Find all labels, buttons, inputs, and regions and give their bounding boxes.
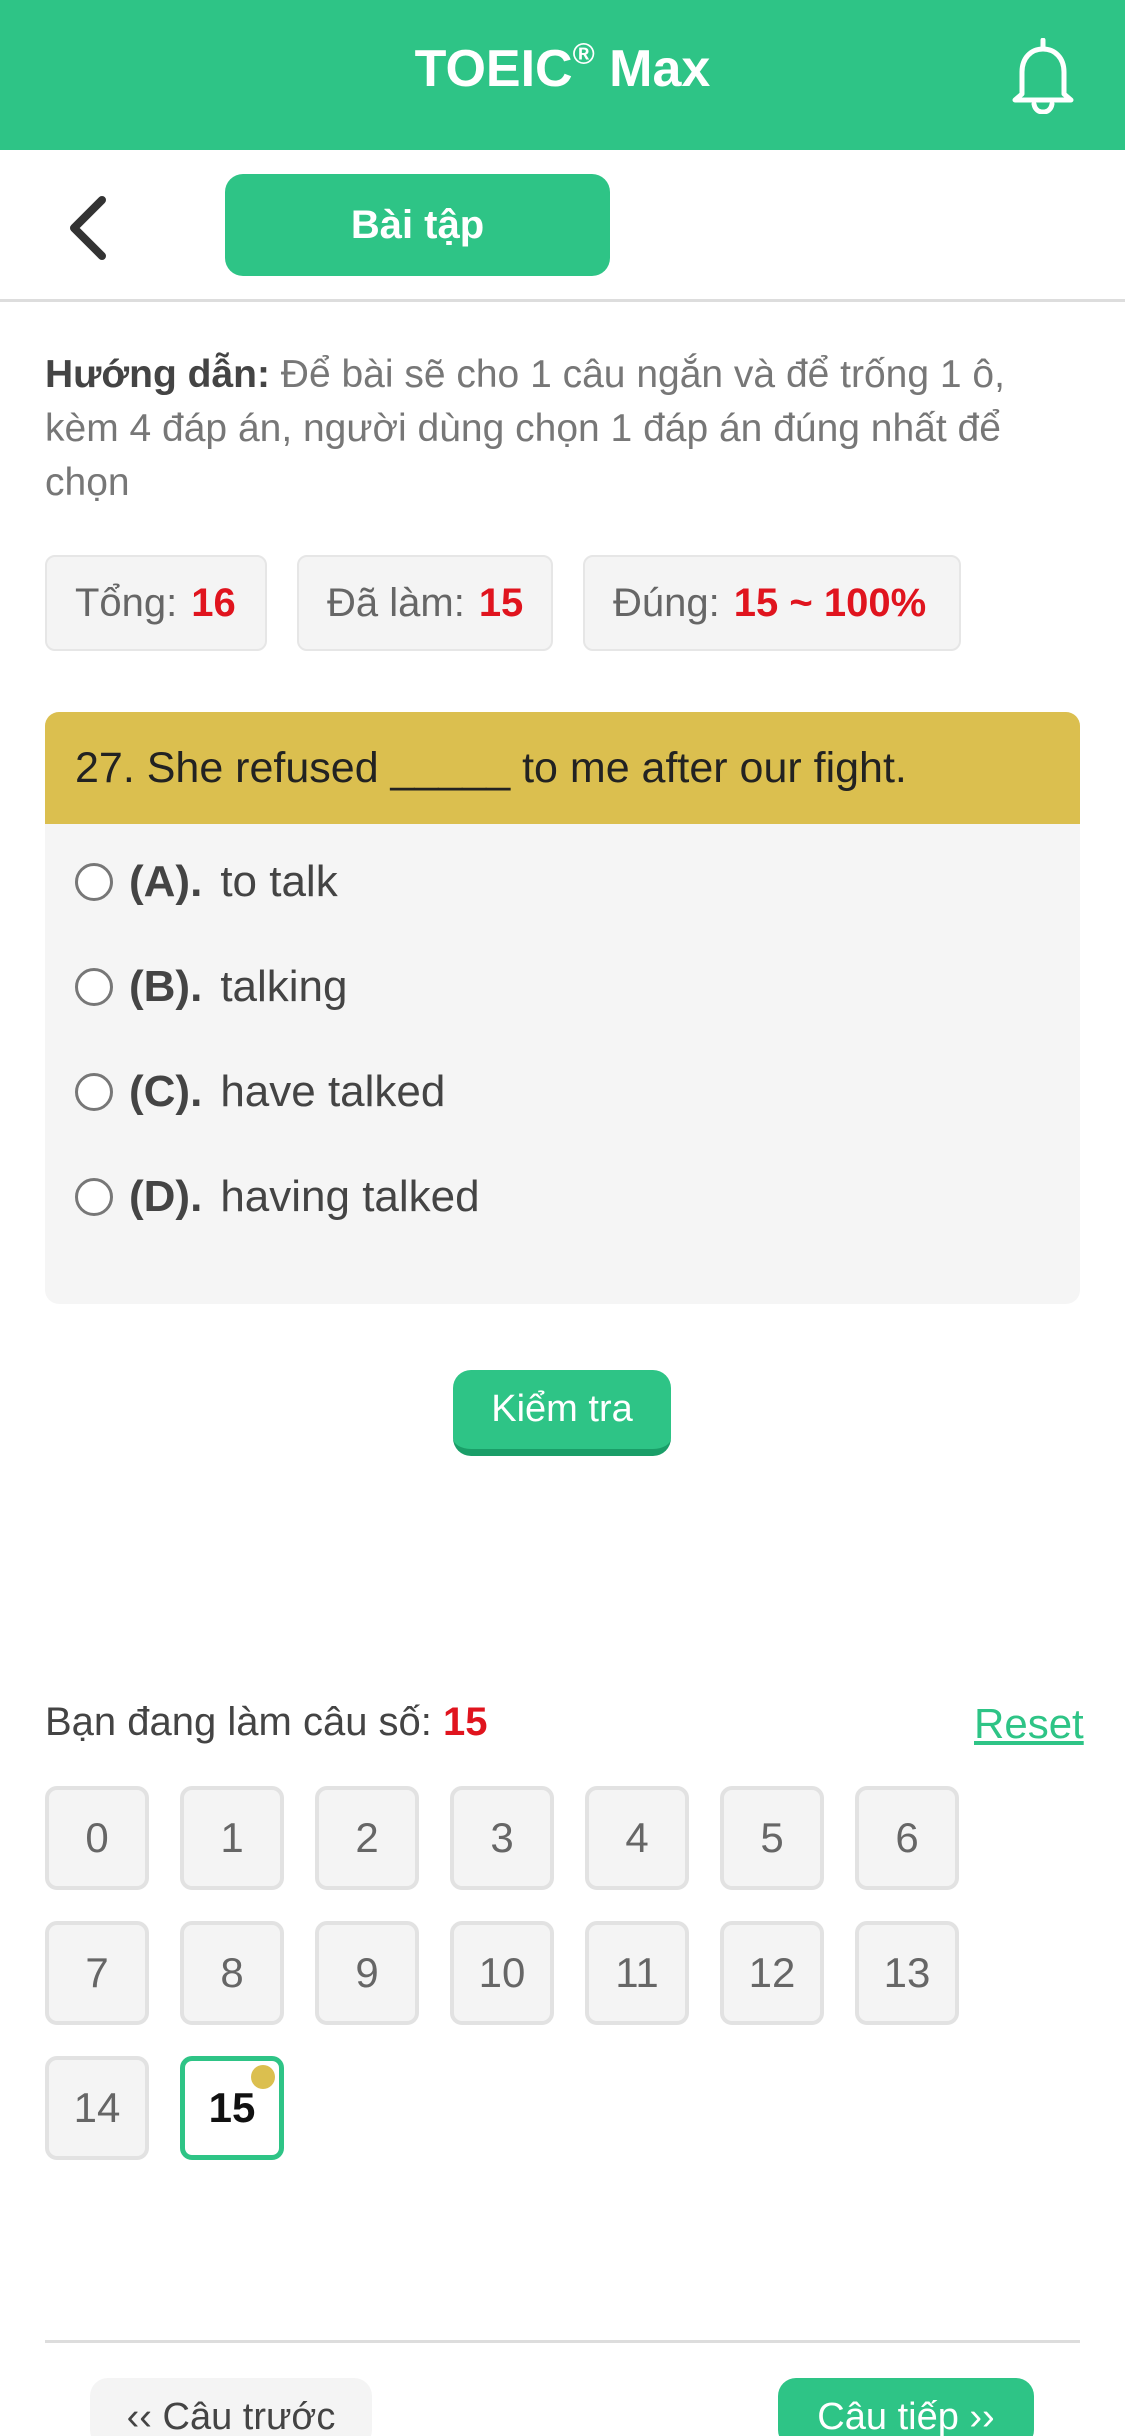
instructions: Hướng dẫn: Để bài sẽ cho 1 câu ngắn và đ…	[45, 348, 1085, 510]
stat-done-value: 15	[478, 580, 524, 625]
question-number[interactable]: 2	[315, 1786, 419, 1890]
question-number-label: 14	[73, 2084, 121, 2131]
question-number-label: 12	[748, 1949, 796, 1996]
question-number-label: 2	[355, 1814, 379, 1861]
prev-question-button[interactable]: ‹‹ Câu trước	[90, 2378, 372, 2436]
option-letter: (A).	[129, 857, 203, 906]
question-number[interactable]: 10	[450, 1921, 554, 2025]
question-number-label: 11	[615, 1949, 659, 1996]
radio-b[interactable]	[75, 968, 113, 1006]
app-title: TOEIC® Max	[0, 38, 1125, 99]
question-number[interactable]: 9	[315, 1921, 419, 2025]
question-number-label: 1	[220, 1814, 244, 1861]
option-text: have talked	[220, 1067, 446, 1116]
question-text: 27. She refused _____ to me after our fi…	[45, 712, 1080, 824]
chevron-left-icon[interactable]	[62, 194, 116, 262]
stat-total-value: 16	[191, 580, 236, 625]
question-number-label: 15	[208, 2084, 256, 2131]
option-letter: (C).	[129, 1067, 203, 1116]
question-number[interactable]: 13	[855, 1921, 959, 2025]
question-number-label: 10	[478, 1949, 526, 1996]
question-number[interactable]: 11	[585, 1921, 689, 2025]
sub-header: Bài tập	[0, 150, 1125, 302]
bell-icon[interactable]	[1008, 38, 1078, 114]
reset-link[interactable]: Reset	[974, 1700, 1084, 1748]
question-number[interactable]: 3	[450, 1786, 554, 1890]
question-number[interactable]: 5	[720, 1786, 824, 1890]
question-number-label: 4	[625, 1814, 649, 1861]
stat-correct-label: Đúng:	[613, 580, 720, 625]
stat-done-label: Đã làm:	[327, 580, 465, 625]
option-c[interactable]: (C). have talked	[75, 1067, 445, 1117]
question-number-label: 5	[760, 1814, 784, 1861]
question-card: 27. She refused _____ to me after our fi…	[45, 712, 1080, 1304]
question-number-label: 6	[895, 1814, 919, 1861]
question-number-current[interactable]: 15	[180, 2056, 284, 2160]
question-number[interactable]: 6	[855, 1786, 959, 1890]
question-number[interactable]: 0	[45, 1786, 149, 1890]
question-number-label: 3	[490, 1814, 514, 1861]
question-number-label: 13	[883, 1949, 931, 1996]
progress-label: Bạn đang làm câu số:	[45, 1700, 444, 1744]
option-b[interactable]: (B). talking	[75, 962, 348, 1012]
app-title-suffix: Max	[594, 40, 711, 98]
option-a[interactable]: (A). to talk	[75, 857, 338, 907]
registered-mark: ®	[572, 38, 595, 71]
radio-d[interactable]	[75, 1178, 113, 1216]
option-letter: (D).	[129, 1172, 203, 1221]
question-number[interactable]: 12	[720, 1921, 824, 2025]
question-number[interactable]: 7	[45, 1921, 149, 2025]
question-number-label: 0	[85, 1814, 109, 1861]
stat-correct-value: 15 ~ 100%	[733, 580, 927, 625]
app-title-text: TOEIC	[414, 40, 573, 98]
divider	[45, 2340, 1080, 2343]
app-header: TOEIC® Max	[0, 0, 1125, 150]
progress-text: Bạn đang làm câu số: 15	[45, 1700, 488, 1745]
stat-total: Tổng: 16	[45, 555, 267, 651]
question-number-label: 8	[220, 1949, 244, 1996]
option-text: having talked	[220, 1172, 480, 1221]
radio-c[interactable]	[75, 1073, 113, 1111]
question-number[interactable]: 14	[45, 2056, 149, 2160]
stat-correct: Đúng: 15 ~ 100%	[583, 555, 961, 651]
option-letter: (B).	[129, 962, 203, 1011]
stat-done: Đã làm: 15	[297, 555, 553, 651]
current-question-number: 15	[443, 1700, 488, 1744]
current-indicator-dot	[251, 2065, 275, 2089]
check-button[interactable]: Kiểm tra	[453, 1370, 671, 1456]
next-question-button[interactable]: Câu tiếp ››	[778, 2378, 1034, 2436]
option-text: to talk	[220, 857, 338, 906]
radio-a[interactable]	[75, 863, 113, 901]
tab-exercise[interactable]: Bài tập	[225, 174, 610, 276]
instructions-label: Hướng dẫn:	[45, 353, 270, 396]
option-d[interactable]: (D). having talked	[75, 1172, 480, 1222]
option-text: talking	[220, 962, 348, 1011]
question-number[interactable]: 8	[180, 1921, 284, 2025]
question-number[interactable]: 1	[180, 1786, 284, 1890]
question-number[interactable]: 4	[585, 1786, 689, 1890]
question-number-label: 7	[85, 1949, 109, 1996]
stat-total-label: Tổng:	[75, 580, 178, 625]
question-number-label: 9	[355, 1949, 379, 1996]
